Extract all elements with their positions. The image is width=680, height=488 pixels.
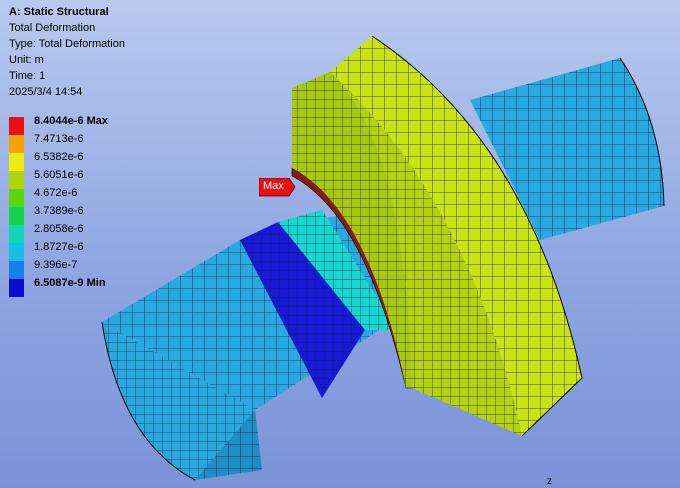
legend-color-swatch (9, 171, 24, 189)
legend-color-swatch (9, 189, 24, 207)
legend-value-label: 1.8727e-6 (34, 241, 84, 253)
graphics-viewport[interactable]: A: Static Structural Total Deformation T… (0, 0, 680, 488)
legend-value-label: 7.4713e-6 (34, 133, 84, 145)
result-header: A: Static Structural Total Deformation T… (9, 4, 125, 100)
legend-value-label: 3.7389e-6 (34, 205, 84, 217)
analysis-title: A: Static Structural (9, 6, 109, 18)
legend-entry: 6.5087e-9 Min (9, 277, 149, 297)
legend-value-label: 9.396e-7 (34, 259, 78, 271)
legend-value-label: 2.8058e-6 (34, 223, 84, 235)
coordinate-triad-z: z (547, 476, 552, 487)
legend-color-swatch (9, 135, 24, 153)
legend-value-label: 6.5087e-9 Min (34, 277, 106, 289)
legend-color-swatch (9, 225, 24, 243)
result-name: Total Deformation (9, 22, 96, 34)
legend-value-label: 6.5382e-6 (34, 151, 84, 163)
legend-color-swatch (9, 207, 24, 225)
legend-value-label: 8.4044e-6 Max (34, 115, 108, 127)
legend-color-swatch (9, 261, 24, 279)
legend-value-label: 5.6051e-6 (34, 169, 84, 181)
result-unit: Unit: m (9, 54, 44, 66)
result-type: Type: Total Deformation (9, 38, 125, 50)
legend-value-label: 4.672e-6 (34, 187, 78, 199)
legend-entry: 1.8727e-6 (9, 241, 149, 261)
result-time: Time: 1 (9, 70, 46, 82)
result-timestamp: 2025/3/4 14:54 (9, 86, 83, 98)
max-probe-label[interactable]: Max (259, 178, 296, 197)
legend-color-swatch (9, 279, 24, 297)
legend-color-swatch (9, 117, 24, 135)
legend-entry: 5.6051e-6 (9, 169, 149, 189)
legend-color-swatch (9, 153, 24, 171)
max-probe-text: Max (263, 180, 284, 192)
legend-color-swatch (9, 243, 24, 261)
